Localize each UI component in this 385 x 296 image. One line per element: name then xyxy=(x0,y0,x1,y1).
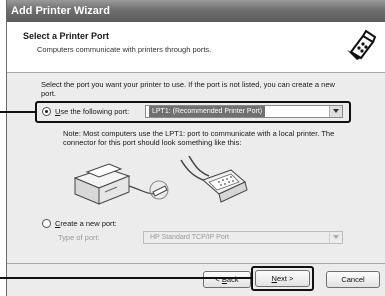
port-select-value: LPT1: (Recommended Printer Port) xyxy=(149,106,266,117)
chevron-down-icon[interactable] xyxy=(329,232,342,243)
next-button[interactable]: Next > xyxy=(255,270,310,287)
create-new-port-radio[interactable] xyxy=(42,219,51,228)
add-printer-wizard-window: Add Printer Wizard Select a Printer Port… xyxy=(6,0,385,296)
callout-line-next xyxy=(0,277,252,279)
footer-divider xyxy=(7,263,385,264)
use-following-port-radio[interactable] xyxy=(42,107,51,116)
title-bar[interactable]: Add Printer Wizard xyxy=(7,0,385,22)
port-select[interactable]: LPT1: (Recommended Printer Port) xyxy=(145,105,343,118)
type-of-port-label: Type of port: xyxy=(58,233,100,242)
instructions-text: Select the port you want your printer to… xyxy=(41,80,335,98)
callout-line-port xyxy=(0,111,36,113)
chevron-down-icon[interactable] xyxy=(329,106,342,117)
printer-port-icon xyxy=(341,28,377,64)
use-following-port-highlight: Use the following port: LPT1: (Recommend… xyxy=(35,101,351,123)
wizard-header: Select a Printer Port Computers communic… xyxy=(7,22,385,73)
use-following-port-label[interactable]: Use the following port: xyxy=(55,107,129,116)
back-button[interactable]: < Back xyxy=(203,271,251,288)
header-title: Select a Printer Port xyxy=(23,31,110,41)
lpt-connector-illustration xyxy=(69,150,269,210)
port-type-value: HP Standard TCP/IP Port xyxy=(150,234,229,241)
header-subtitle: Computers communicate with printers thro… xyxy=(37,45,212,54)
create-new-port-label[interactable]: Create a new port: xyxy=(55,219,117,228)
cancel-button[interactable]: Cancel xyxy=(326,271,380,288)
window-title: Add Printer Wizard xyxy=(11,5,110,17)
note-text: Note: Most computers use the LPT1: port … xyxy=(63,129,335,147)
port-type-select[interactable]: HP Standard TCP/IP Port xyxy=(143,231,343,244)
